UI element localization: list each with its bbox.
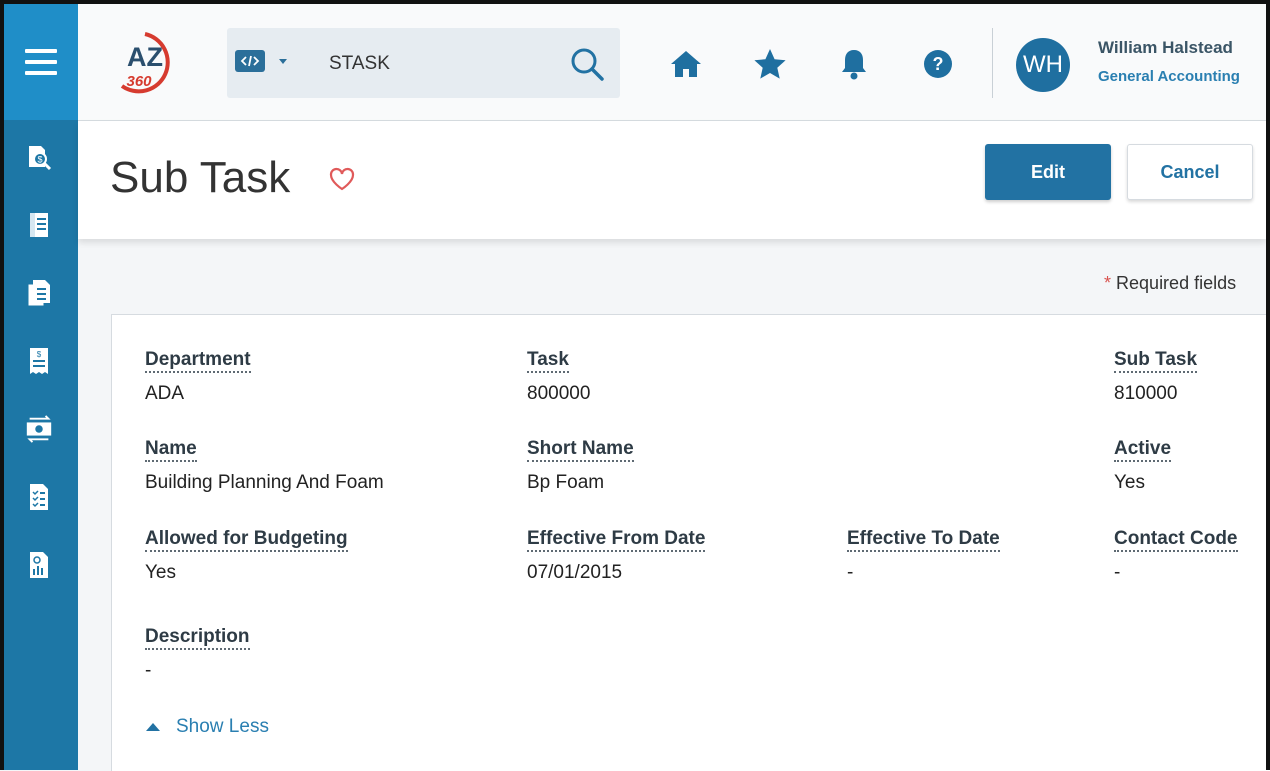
page-title-bar: Sub Task Edit Cancel: [78, 121, 1266, 239]
field-value: Yes: [145, 562, 176, 583]
field-label: Short Name: [527, 438, 634, 462]
field-name: Name Building Planning And Foam: [145, 438, 384, 494]
help-icon[interactable]: ?: [918, 44, 958, 84]
bell-icon[interactable]: [834, 44, 874, 84]
field-label: Allowed for Budgeting: [145, 528, 348, 552]
report-chart-icon[interactable]: [24, 550, 54, 580]
caret-up-icon: [146, 723, 160, 731]
field-contact-code: Contact Code -: [1114, 528, 1238, 584]
field-label: Department: [145, 349, 251, 373]
field-label: Name: [145, 438, 197, 462]
field-label: Sub Task: [1114, 349, 1198, 373]
sidebar: $ $: [4, 4, 78, 770]
invoice-icon[interactable]: $: [24, 346, 54, 376]
heart-icon[interactable]: [328, 165, 356, 193]
field-value: Bp Foam: [527, 472, 605, 493]
field-label: Effective To Date: [847, 528, 1000, 552]
user-department[interactable]: General Accounting: [1098, 68, 1240, 85]
field-value: Yes: [1114, 472, 1145, 493]
required-fields-label: Required fields: [1116, 273, 1237, 293]
top-header: AZ 360 ? WH William Halstead General Acc…: [78, 4, 1266, 121]
ledger-book-icon[interactable]: [24, 210, 54, 240]
svg-text:?: ?: [933, 54, 944, 74]
avatar[interactable]: WH: [1016, 38, 1070, 92]
required-star: *: [1104, 273, 1112, 293]
cancel-button[interactable]: Cancel: [1127, 144, 1253, 200]
detail-card: Department ADA Task 800000 Sub Task 8100…: [111, 314, 1270, 771]
field-effective-from-date: Effective From Date 07/01/2015: [527, 528, 706, 584]
show-less-label: Show Less: [176, 716, 269, 737]
field-value: -: [145, 660, 152, 681]
chevron-down-icon[interactable]: [279, 59, 287, 64]
field-value: Building Planning And Foam: [145, 472, 384, 493]
code-icon[interactable]: [235, 50, 265, 72]
hamburger-menu-button[interactable]: [4, 4, 78, 120]
show-less-toggle[interactable]: Show Less: [146, 716, 269, 738]
field-active: Active Yes: [1114, 438, 1172, 494]
money-search-icon[interactable]: $: [24, 142, 54, 172]
hamburger-icon: [25, 49, 57, 75]
edit-button[interactable]: Edit: [985, 144, 1111, 200]
svg-text:$: $: [37, 155, 42, 165]
field-effective-to-date: Effective To Date -: [847, 528, 1000, 584]
field-value: ADA: [145, 383, 185, 404]
field-description: Description -: [145, 626, 250, 682]
field-value: 810000: [1114, 383, 1178, 404]
search-input[interactable]: [327, 48, 551, 80]
search-bar: [227, 28, 620, 98]
cash-transfer-icon[interactable]: [24, 414, 54, 444]
field-department: Department ADA: [145, 349, 251, 405]
documents-icon[interactable]: [24, 278, 54, 308]
field-label: Active: [1114, 438, 1172, 462]
field-label: Contact Code: [1114, 528, 1238, 552]
required-fields-note: * Required fields: [1104, 273, 1236, 294]
field-task: Task 800000: [527, 349, 590, 405]
field-label: Description: [145, 626, 250, 650]
user-name[interactable]: William Halstead: [1098, 38, 1233, 58]
logo-text: AZ: [127, 42, 163, 72]
az360-logo[interactable]: AZ 360: [110, 28, 180, 98]
field-label: Task: [527, 349, 569, 373]
search-icon[interactable]: [568, 45, 608, 85]
logo-subtext: 360: [126, 73, 152, 90]
field-value: 07/01/2015: [527, 562, 623, 583]
home-icon[interactable]: [666, 44, 706, 84]
page-title: Sub Task: [110, 153, 291, 202]
field-value: -: [1114, 562, 1121, 583]
checklist-icon[interactable]: [24, 482, 54, 512]
svg-text:$: $: [37, 350, 42, 359]
header-divider: [992, 28, 993, 98]
star-icon[interactable]: [750, 44, 790, 84]
field-short-name: Short Name Bp Foam: [527, 438, 634, 494]
field-label: Effective From Date: [527, 528, 706, 552]
field-value: 800000: [527, 383, 591, 404]
field-allowed-for-budgeting: Allowed for Budgeting Yes: [145, 528, 348, 584]
field-sub-task: Sub Task 810000: [1114, 349, 1198, 405]
field-value: -: [847, 562, 854, 583]
